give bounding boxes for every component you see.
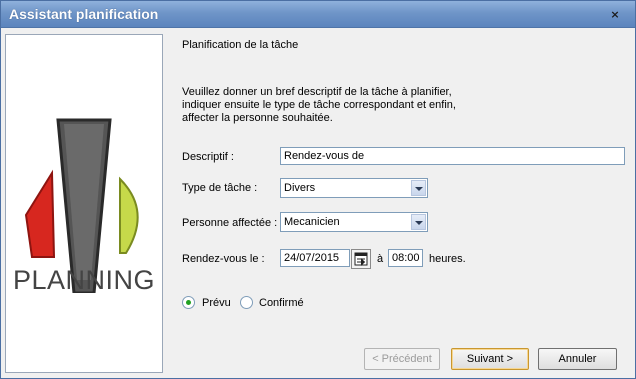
prevu-radio[interactable] bbox=[182, 296, 195, 309]
descriptif-label: Descriptif : bbox=[182, 151, 234, 163]
step-title: Planification de la tâche bbox=[182, 39, 299, 51]
rdv-label: Rendez-vous le : bbox=[182, 253, 265, 265]
logo-red-shape bbox=[24, 169, 56, 258]
type-tache-value: Divers bbox=[284, 182, 316, 194]
next-button[interactable]: Suivant > bbox=[451, 348, 529, 370]
type-tache-select[interactable]: Divers bbox=[280, 178, 428, 198]
chevron-down-icon[interactable] bbox=[411, 214, 426, 230]
wizard-side-panel: PLANNING bbox=[5, 34, 163, 373]
instruction-line-1: Veuillez donner un bref descriptif de la… bbox=[182, 86, 452, 98]
cancel-button[interactable]: Annuler bbox=[538, 348, 617, 370]
wizard-window: Assistant planification × PLANNING Plani… bbox=[0, 0, 636, 379]
logo-text: PLANNING bbox=[13, 265, 155, 293]
wizard-content: Planification de la tâche Veuillez donne… bbox=[167, 31, 633, 344]
previous-button[interactable]: < Précédent bbox=[364, 348, 440, 370]
confirme-radio[interactable] bbox=[240, 296, 253, 309]
logo-green-shape bbox=[119, 176, 139, 254]
rdv-a-label: à bbox=[377, 253, 384, 265]
instruction-line-3: affecter la personne souhaitée. bbox=[182, 112, 333, 124]
planning-logo: PLANNING bbox=[13, 118, 155, 293]
calendar-button[interactable] bbox=[351, 249, 371, 269]
personne-label: Personne affectée : bbox=[182, 217, 278, 229]
descriptif-input[interactable]: Rendez-vous de bbox=[280, 147, 625, 165]
close-button[interactable]: × bbox=[607, 7, 623, 22]
title-bar[interactable]: Assistant planification × bbox=[1, 1, 635, 28]
type-tache-label: Type de tâche : bbox=[182, 182, 258, 194]
confirme-label[interactable]: Confirmé bbox=[259, 297, 304, 309]
chevron-down-icon[interactable] bbox=[411, 180, 426, 196]
calendar-icon bbox=[354, 252, 368, 266]
personne-select[interactable]: Mecanicien bbox=[280, 212, 428, 232]
prevu-label[interactable]: Prévu bbox=[202, 297, 231, 309]
window-title: Assistant planification bbox=[9, 6, 159, 22]
rdv-heures-label: heures. bbox=[429, 253, 466, 265]
personne-value: Mecanicien bbox=[284, 216, 340, 228]
rdv-date-input[interactable]: 24/07/2015 bbox=[280, 249, 350, 267]
rdv-time-input[interactable]: 08:00 bbox=[388, 249, 423, 267]
instruction-line-2: indiquer ensuite le type de tâche corres… bbox=[182, 99, 456, 111]
